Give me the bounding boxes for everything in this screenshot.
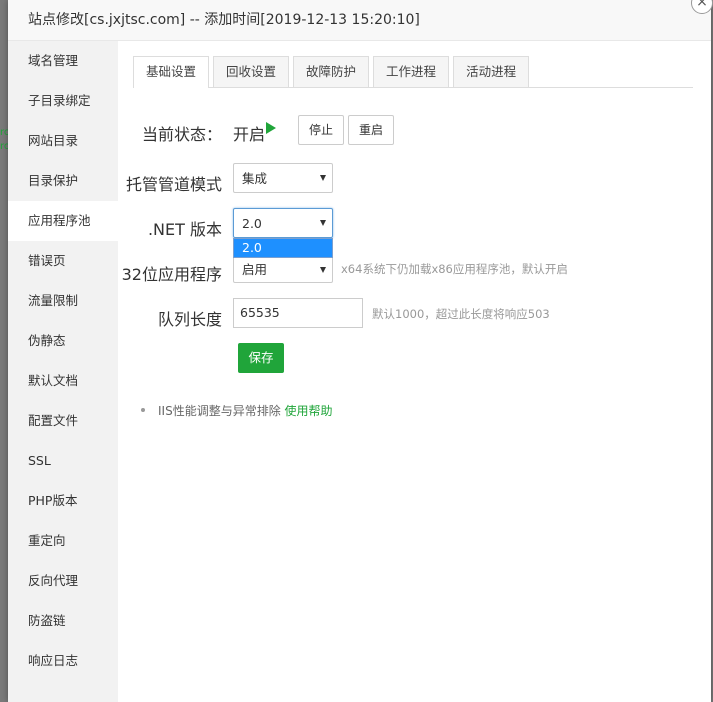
sidebar-item-default-doc[interactable]: 默认文档 [8, 361, 118, 401]
background-peek-text: ro [0, 127, 8, 138]
sidebar-item-domain[interactable]: 域名管理 [8, 41, 118, 81]
tab-recycle-settings[interactable]: 回收设置 [213, 56, 290, 87]
background-peek-text: ro [0, 141, 8, 152]
pipeline-mode-value: 集成 [242, 171, 268, 186]
dotnet-version-dropdown: 2.0 [233, 238, 333, 258]
play-icon [266, 122, 276, 134]
tab-bar: 基础设置 回收设置 故障防护 工作进程 活动进程 [133, 56, 693, 88]
restart-button[interactable]: 重启 [348, 115, 394, 145]
tab-basic-settings[interactable]: 基础设置 [133, 56, 210, 88]
tab-fault-protection[interactable]: 故障防护 [293, 56, 370, 87]
save-button[interactable]: 保存 [238, 343, 284, 373]
tip: IIS性能调整与异常排除 使用帮助 [158, 402, 333, 419]
chevron-down-icon [320, 220, 326, 226]
sidebar-item-rewrite[interactable]: 伪静态 [8, 321, 118, 361]
sidebar-item-subdir-binding[interactable]: 子目录绑定 [8, 81, 118, 121]
enable-32bit-hint: x64系统下仍加载x86应用程序池，默认开启 [341, 262, 568, 276]
tab-active-process[interactable]: 活动进程 [453, 56, 530, 87]
tab-worker-process[interactable]: 工作进程 [373, 56, 450, 87]
pipeline-mode-select[interactable]: 集成 [233, 163, 333, 193]
queue-length-hint: 默认1000，超过此长度将响应503 [372, 307, 550, 321]
sidebar-item-config-file[interactable]: 配置文件 [8, 401, 118, 441]
pipeline-mode-label: 托管管道模式 [125, 175, 222, 194]
dotnet-version-select[interactable]: 2.0 [233, 208, 333, 238]
queue-length-input[interactable] [233, 298, 363, 328]
help-link[interactable]: 使用帮助 [285, 404, 333, 418]
sidebar-item-site-directory[interactable]: 网站目录 [8, 121, 118, 161]
dotnet-version-label: .NET 版本 [147, 220, 222, 239]
sidebar-item-ssl[interactable]: SSL [8, 441, 118, 481]
sidebar-item-php-version[interactable]: PHP版本 [8, 481, 118, 521]
bullet-icon [141, 408, 145, 412]
dotnet-option[interactable]: 2.0 [234, 239, 332, 257]
enable-32bit-select[interactable]: 启用 [233, 255, 333, 283]
enable-32bit-value: 启用 [242, 262, 268, 277]
main-content: 基础设置 回收设置 故障防护 工作进程 活动进程 当前状态： 开启 停止 重启 … [118, 41, 711, 702]
queue-length-label: 队列长度 [157, 310, 222, 329]
sidebar-item-traffic-limit[interactable]: 流量限制 [8, 281, 118, 321]
status-value: 开启 [233, 125, 266, 144]
sidebar: 域名管理 子目录绑定 网站目录 目录保护 应用程序池 错误页 流量限制 伪静态 … [8, 41, 118, 702]
chevron-down-icon [320, 175, 326, 181]
dialog-title: 站点修改[cs.jxjtsc.com] -- 添加时间[2019-12-13 1… [8, 0, 711, 41]
sidebar-item-error-page[interactable]: 错误页 [8, 241, 118, 281]
sidebar-item-hotlink[interactable]: 防盗链 [8, 601, 118, 641]
stop-button[interactable]: 停止 [298, 115, 344, 145]
site-edit-dialog: × 站点修改[cs.jxjtsc.com] -- 添加时间[2019-12-13… [8, 0, 713, 702]
sidebar-item-response-log[interactable]: 响应日志 [8, 641, 118, 681]
sidebar-item-dir-protection[interactable]: 目录保护 [8, 161, 118, 201]
sidebar-item-app-pool[interactable]: 应用程序池 [8, 201, 118, 241]
enable-32bit-label: 32位应用程序 [121, 265, 222, 284]
tip-text: IIS性能调整与异常排除 [158, 404, 281, 418]
status-label: 当前状态： [141, 125, 222, 144]
chevron-down-icon [320, 267, 326, 273]
dotnet-version-value: 2.0 [242, 216, 262, 231]
sidebar-item-reverse-proxy[interactable]: 反向代理 [8, 561, 118, 601]
sidebar-item-redirect[interactable]: 重定向 [8, 521, 118, 561]
